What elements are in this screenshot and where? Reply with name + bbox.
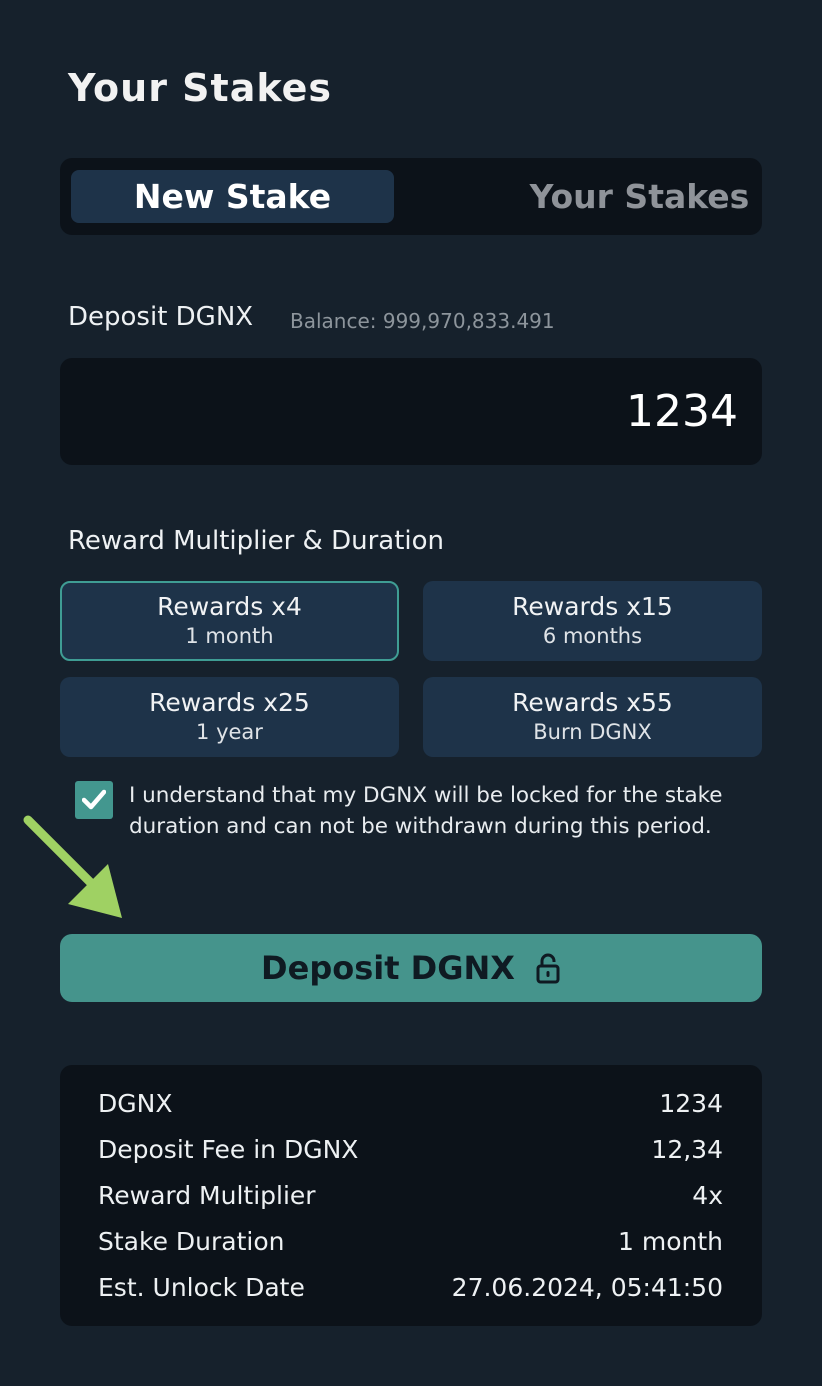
balance-text: Balance: 999,970,833.491 (290, 309, 555, 333)
multiplier-label: Reward Multiplier & Duration (68, 526, 445, 556)
agree-text: I understand that my DGNX will be locked… (129, 783, 723, 839)
page-title: Your Stakes (68, 66, 332, 110)
summary-key: Est. Unlock Date (98, 1273, 305, 1302)
deposit-button[interactable]: Deposit DGNX (60, 934, 762, 1002)
option-duration: Burn DGNX (533, 720, 652, 744)
summary-value: 4x (692, 1181, 723, 1210)
summary-row: Stake Duration 1 month (98, 1227, 723, 1263)
summary-value: 1234 (659, 1089, 723, 1118)
summary-key: Stake Duration (98, 1227, 285, 1256)
option-rewards-x4[interactable]: Rewards x4 1 month (60, 581, 399, 661)
arrow-pointer-icon (23, 815, 122, 918)
summary-key: Deposit Fee in DGNX (98, 1135, 359, 1164)
summary-key: Reward Multiplier (98, 1181, 316, 1210)
option-rewards-x25[interactable]: Rewards x25 1 year (60, 677, 399, 757)
option-duration: 1 month (185, 624, 274, 648)
option-title: Rewards x25 (149, 688, 310, 717)
stake-tabs: New Stake Your Stakes (60, 158, 762, 235)
amount-input[interactable] (136, 380, 740, 442)
option-duration: 1 year (196, 720, 263, 744)
summary-value: 27.06.2024, 05:41:50 (451, 1273, 723, 1302)
summary-row: Reward Multiplier 4x (98, 1181, 723, 1217)
summary-row: DGNX 1234 (98, 1089, 723, 1125)
summary-key: DGNX (98, 1089, 173, 1118)
stake-summary: DGNX 1234 Deposit Fee in DGNX 12,34 Rewa… (60, 1065, 762, 1326)
amount-field (60, 358, 762, 465)
tab-new-stake[interactable]: New Stake (71, 170, 394, 223)
tab-your-stakes[interactable]: Your Stakes (478, 170, 801, 223)
deposit-label: Deposit DGNX (68, 302, 254, 332)
option-title: Rewards x4 (157, 592, 302, 621)
option-rewards-x55[interactable]: Rewards x55 Burn DGNX (423, 677, 762, 757)
option-title: Rewards x15 (512, 592, 673, 621)
summary-row: Deposit Fee in DGNX 12,34 (98, 1135, 723, 1171)
check-icon (82, 789, 106, 810)
option-duration: 6 months (542, 624, 643, 648)
summary-value: 1 month (618, 1227, 723, 1256)
option-title: Rewards x55 (512, 688, 673, 717)
lock-icon (535, 952, 561, 984)
summary-value: 12,34 (651, 1135, 723, 1164)
deposit-button-label: Deposit DGNX (261, 949, 515, 987)
option-rewards-x15[interactable]: Rewards x15 6 months (423, 581, 762, 661)
summary-row: Est. Unlock Date 27.06.2024, 05:41:50 (98, 1273, 723, 1309)
